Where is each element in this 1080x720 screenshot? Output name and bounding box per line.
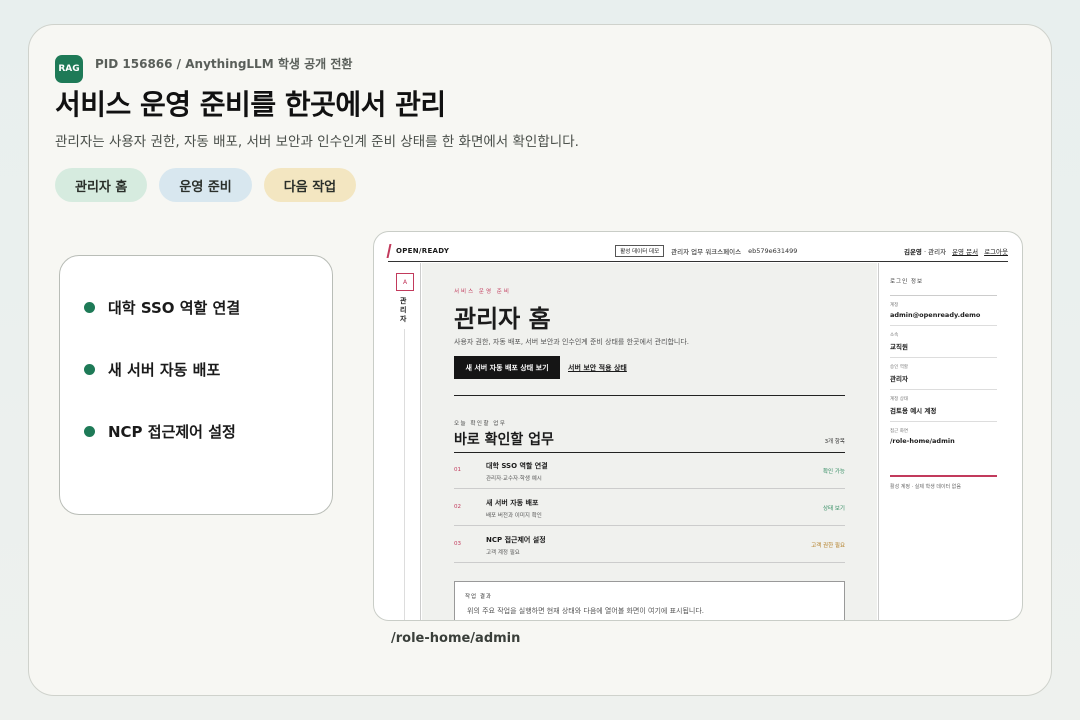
ops-docs-link[interactable]: 운영 문서: [952, 246, 978, 256]
task-item: NCP 접근제어 설정: [84, 400, 308, 462]
workspace-id: eb579e631499: [748, 246, 798, 255]
pill-admin-home[interactable]: 관리자 홈: [55, 168, 148, 202]
task-row[interactable]: 01 대학 SSO 역할 연결 관리자·교수자·학생 예시 확인 가능: [454, 453, 845, 489]
breadcrumb: 서비스 운영 준비: [454, 289, 511, 295]
row-subtitle: 배포 버전과 이미지 확인: [486, 513, 542, 519]
result-heading: 작업 결과: [465, 594, 492, 600]
bullet-dot-icon: [84, 363, 95, 375]
main-description: 사용자 권한, 자동 배포, 서버 보안과 인수인계 준비 상태를 한곳에서 관…: [454, 338, 690, 346]
brand-slash-icon: [386, 243, 392, 258]
info-field: 소속교직원: [890, 326, 997, 358]
info-field: 계정 admin@openready.demo: [890, 296, 997, 326]
task-list-card: 대학 SSO 역할 연결 새 서버 자동 배포 NCP 접근제어 설정: [59, 255, 333, 515]
logout-link[interactable]: 로그아웃: [984, 246, 1008, 256]
row-title: 대학 SSO 역할 연결: [486, 462, 548, 470]
security-status-link[interactable]: 서버 보안 적용 상태: [568, 363, 627, 373]
row-subtitle: 고객 계정 필요: [486, 550, 520, 556]
field-key: 접근 화면: [890, 429, 908, 434]
field-value: 검토용 예시 계정: [890, 407, 937, 415]
row-title: 새 서버 자동 배포: [486, 499, 539, 507]
login-info-panel: 로그인 정보 계정 admin@openready.demo 소속교직원 승인 역…: [878, 263, 1008, 620]
route-caption: /role-home/admin: [391, 631, 521, 646]
row-status: 확인 가능: [823, 469, 845, 475]
showcase-card: RAG PID 156866 / AnythingLLM 학생 공개 전환 서비…: [28, 24, 1052, 696]
field-key: 계정: [890, 303, 899, 308]
deploy-status-button[interactable]: 새 서버 자동 배포 상태 보기: [454, 356, 560, 379]
task-label: 새 서버 자동 배포: [108, 360, 221, 379]
field-value: 교직원: [890, 343, 908, 351]
demo-badge: 활성 데이터 데모: [615, 244, 665, 257]
login-info-heading: 로그인 정보: [890, 277, 997, 296]
pill-next-task[interactable]: 다음 작업: [263, 168, 357, 202]
page-subtitle: 관리자는 사용자 권한, 자동 배포, 서버 보안과 인수인계 준비 상태를 한…: [55, 134, 579, 150]
user-menu: 김운영 · 관리자 운영 문서 로그아웃: [904, 246, 1008, 256]
section-eyebrow: 오늘 확인할 업무: [454, 421, 507, 427]
task-row[interactable]: 02 새 서버 자동 배포 배포 버전과 이미지 확인 상태 보기: [454, 490, 845, 526]
task-label: NCP 접근제어 설정: [108, 422, 236, 441]
left-rail: A 관리자: [388, 263, 421, 620]
row-number: 01: [454, 467, 461, 473]
pill-ops-ready[interactable]: 운영 준비: [159, 168, 252, 202]
divider: [454, 395, 845, 396]
user-name: 김운영: [903, 247, 922, 256]
row-number: 02: [454, 504, 461, 510]
result-panel: 작업 결과 위의 주요 작업을 실행하면 현재 상태와 다음에 열어볼 화면이 …: [454, 581, 845, 620]
account-note: 활성 계정 · 실제 학생 데이터 없음: [890, 484, 961, 490]
app-topbar: OPEN/READY 활성 데이터 데모 관리자 업무 워크스페이스 eb579…: [386, 240, 1008, 262]
task-item: 새 서버 자동 배포: [84, 338, 308, 400]
info-field: 승인 역할관리자: [890, 358, 997, 390]
result-body: 위의 주요 작업을 실행하면 현재 상태와 다음에 열어볼 화면이 여기에 표시…: [467, 607, 704, 615]
user-role: · 관리자: [924, 247, 947, 256]
field-key: 계정 상태: [890, 397, 908, 402]
rail-divider: [404, 329, 405, 620]
row-status: 상태 보기: [823, 506, 845, 512]
task-label: 대학 SSO 역할 연결: [108, 298, 241, 317]
row-status: 고객 권한 필요: [811, 543, 845, 549]
app-screenshot: OPEN/READY 활성 데이터 데모 관리자 업무 워크스페이스 eb579…: [373, 231, 1023, 621]
workspace-label: 관리자 업무 워크스페이스: [671, 247, 742, 256]
task-item: 대학 SSO 역할 연결: [84, 276, 308, 338]
field-key: 소속: [890, 333, 899, 338]
field-value: admin@openready.demo: [890, 311, 981, 319]
row-number: 03: [454, 541, 461, 547]
page-title: 서비스 운영 준비를 한곳에서 관리: [55, 88, 446, 121]
section-title: 바로 확인할 업무: [454, 432, 554, 448]
field-value: /role-home/admin: [890, 437, 955, 445]
main-title: 관리자 홈: [454, 305, 551, 333]
brand-logo[interactable]: OPEN/READY: [396, 247, 449, 255]
accent-divider: [890, 475, 997, 477]
rag-badge: RAG: [55, 55, 83, 83]
info-field: 계정 상태검토용 예시 계정: [890, 390, 997, 422]
field-value: 관리자: [890, 375, 908, 383]
pill-row: 관리자 홈 운영 준비 다음 작업: [55, 168, 357, 202]
row-subtitle: 관리자·교수자·학생 예시: [486, 476, 542, 482]
info-field: 접근 화면/role-home/admin: [890, 422, 997, 451]
rail-role-label: 관리자: [400, 297, 407, 323]
task-row[interactable]: 03 NCP 접근제어 설정 고객 계정 필요 고객 권한 필요: [454, 527, 845, 563]
row-title: NCP 접근제어 설정: [486, 536, 546, 544]
main-panel: 서비스 운영 준비 관리자 홈 사용자 권한, 자동 배포, 서버 보안과 인수…: [422, 263, 877, 620]
section-count: 3개 항목: [824, 439, 845, 445]
field-key: 승인 역할: [890, 365, 908, 370]
bullet-dot-icon: [84, 425, 95, 437]
rail-role-button[interactable]: A: [396, 273, 414, 291]
pid-line: PID 156866 / AnythingLLM 학생 공개 전환: [95, 57, 353, 71]
bullet-dot-icon: [84, 301, 95, 313]
